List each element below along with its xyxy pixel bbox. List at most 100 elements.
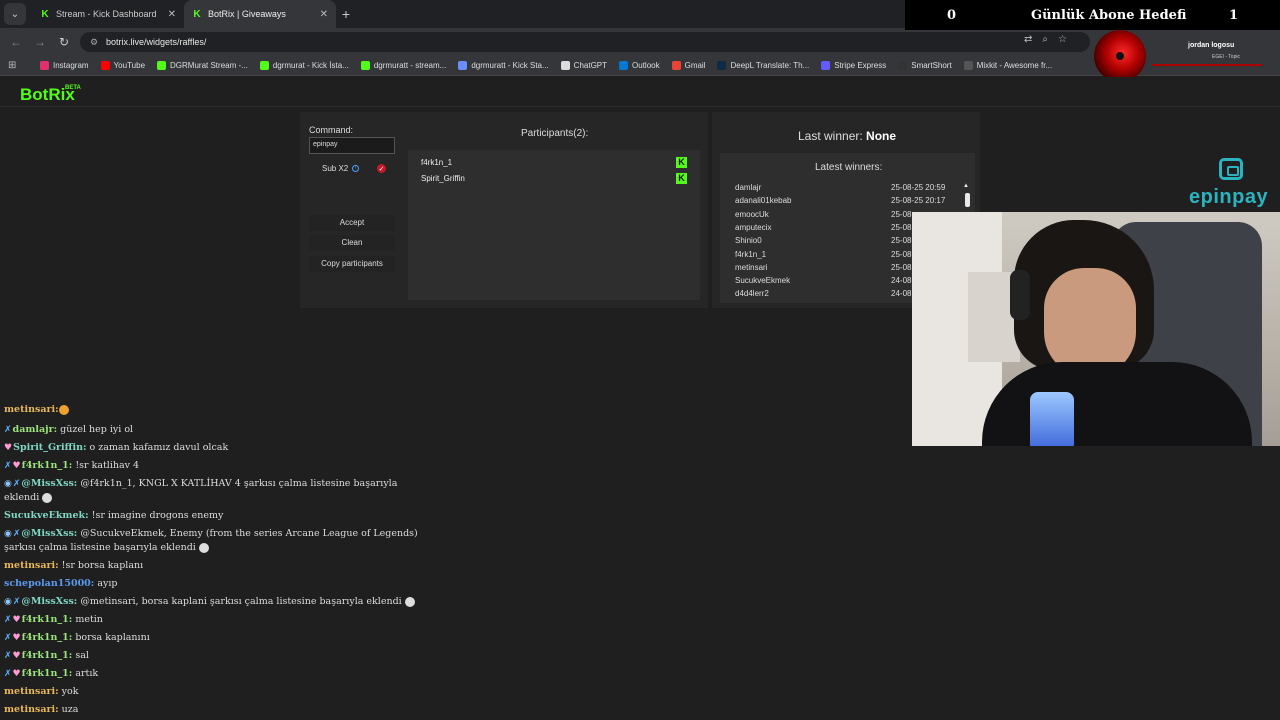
moderator-sword-icon: ✗	[12, 479, 21, 489]
chat-text: güzel hep iyi ol	[57, 424, 134, 435]
checkmark-icon: ✓	[378, 165, 385, 173]
bookmark-item[interactable]: YouTube	[100, 61, 145, 70]
webcam-lamp	[1030, 392, 1074, 446]
bookmark-label: Gmail	[684, 61, 706, 70]
chat-username: f4rk1n_1:	[21, 632, 73, 643]
song-progress	[1152, 64, 1262, 66]
bookmark-label: dgrmuratt - stream...	[373, 61, 447, 70]
moderator-sword-icon: ✗	[4, 425, 12, 435]
kick-icon: K	[41, 8, 49, 20]
winner-row: damlajr 25-08-25 20:59	[735, 183, 965, 192]
bookmark-item[interactable]: SmartShort	[898, 61, 952, 70]
translate-icon[interactable]: ⇄	[1024, 34, 1032, 45]
clean-button[interactable]: Clean	[309, 235, 395, 251]
sub-x2-checkbox[interactable]: ✓	[377, 164, 386, 173]
chat-username: metinsari:	[4, 704, 59, 715]
bookmark-item[interactable]: Gmail	[671, 61, 706, 70]
bookmark-favicon-icon	[40, 61, 49, 70]
bookmark-item[interactable]: Stripe Express	[821, 61, 886, 70]
reload-icon[interactable]: ↻	[52, 35, 76, 49]
bookmark-item[interactable]: dgrmurat - Kick İsta...	[259, 61, 349, 70]
chat-text: !sr imagine drogons enemy	[88, 510, 224, 521]
scrollbar-thumb[interactable]	[965, 193, 970, 207]
sponsor-name: epinpay	[1189, 186, 1269, 208]
bookmark-favicon-icon	[360, 61, 370, 70]
bookmark-item[interactable]: Outlook	[619, 61, 660, 70]
participants-list: f4rk1n_1 K Spirit_Griffin K	[408, 150, 700, 300]
subscriber-heart-icon: ♥	[12, 651, 21, 661]
bookmark-label: dgrmuratt - Kick Sta...	[471, 61, 549, 70]
moderator-sword-icon: ✗	[4, 669, 12, 679]
chat-username: metinsari:	[4, 560, 59, 571]
botrix-logo[interactable]: BotRix BETA	[20, 85, 81, 105]
emote-icon	[404, 596, 415, 607]
epinpay-icon	[1219, 158, 1243, 180]
back-icon[interactable]: ←	[4, 35, 28, 49]
bookmark-label: SmartShort	[911, 61, 952, 70]
song-artist: EGEI - Topic	[1212, 54, 1240, 60]
info-icon[interactable]: i	[352, 165, 360, 172]
chat-message: ✗♥f4rk1n_1: metin	[4, 613, 424, 627]
webcam-body	[982, 362, 1252, 446]
bookmark-item[interactable]: ChatGPT	[560, 61, 607, 70]
scroll-up-icon[interactable]: ▲	[963, 183, 969, 189]
participant-item[interactable]: f4rk1n_1	[421, 158, 452, 167]
tab-search-button[interactable]: ⌄	[4, 3, 26, 25]
bookmark-item[interactable]: DeepL Translate: Th...	[717, 61, 809, 70]
site-info-icon[interactable]: ⚙	[90, 37, 100, 48]
latest-winners-title: Latest winners:	[815, 162, 883, 173]
bookmark-label: Outlook	[632, 61, 660, 70]
chat-message: ◉✗@MissXss: @f4rk1n_1, KNGL X KATLİHAV 4…	[4, 477, 424, 505]
sub-x2-label: Sub X2	[322, 164, 349, 173]
chat-username: @MissXss:	[21, 528, 78, 539]
bookmark-item[interactable]: Instagram	[40, 61, 89, 70]
subscriber-heart-icon: ♥	[4, 443, 13, 453]
url-text: botrix.live/widgets/raffles/	[106, 37, 207, 47]
bookmark-label: Mixkit - Awesome fr...	[976, 61, 1053, 70]
chat-message: metinsari:	[4, 403, 424, 417]
zoom-icon[interactable]: ⌕	[1042, 34, 1048, 45]
bot-icon: ◉	[4, 529, 12, 539]
command-input[interactable]: epinpay	[309, 137, 395, 154]
chevron-down-icon: ⌄	[10, 8, 20, 20]
command-label: Command:	[309, 125, 354, 135]
chat-username: f4rk1n_1:	[21, 650, 73, 661]
star-icon[interactable]: ☆	[1058, 34, 1067, 45]
bookmark-item[interactable]: dgrmuratt - Kick Sta...	[458, 61, 549, 70]
chat-text: metin	[72, 614, 103, 625]
chat-message: ✗♥f4rk1n_1: sal	[4, 649, 424, 663]
new-tab-button[interactable]: +	[336, 6, 356, 22]
address-actions: ⇄ ⌕ ☆	[1024, 34, 1067, 45]
forward-icon[interactable]: →	[28, 35, 52, 49]
winner-name: Shinio0	[735, 236, 762, 246]
moderator-sword-icon: ✗	[4, 633, 12, 643]
moderator-sword-icon: ✗	[12, 597, 21, 607]
close-icon[interactable]: ✕	[168, 9, 176, 20]
moderator-sword-icon: ✗	[4, 651, 12, 661]
copy-participants-button[interactable]: Copy participants	[309, 256, 395, 272]
bookmark-item[interactable]: dgrmuratt - stream...	[360, 61, 447, 70]
close-icon[interactable]: ✕	[320, 9, 328, 20]
kick-icon: K	[676, 173, 687, 184]
accept-button[interactable]: Accept	[309, 215, 395, 231]
bookmark-item[interactable]: DGRMurat Stream -...	[157, 61, 248, 70]
chat-text: borsa kaplanını	[72, 632, 150, 643]
emote-icon	[58, 404, 69, 415]
bookmark-favicon-icon	[157, 61, 167, 70]
tab-botrix-giveaways[interactable]: K BotRix | Giveaways ✕	[184, 0, 336, 28]
tab-kick-dashboard[interactable]: K Stream - Kick Dashboard ✕	[32, 0, 184, 28]
winner-name: amputecix	[735, 222, 772, 232]
bookmark-item[interactable]: Mixkit - Awesome fr...	[963, 61, 1053, 70]
chat-message: schepolan15000: ayıp	[4, 577, 424, 591]
url-input[interactable]: ⚙ botrix.live/widgets/raffles/	[80, 32, 1090, 52]
participant-item[interactable]: Spirit_Griffin	[421, 174, 465, 183]
bookmark-favicon-icon	[821, 61, 831, 70]
bookmark-label: Stripe Express	[834, 61, 887, 70]
winner-name: SucukveEkmek	[735, 276, 791, 286]
bookmark-favicon-icon	[717, 61, 727, 70]
bookmark-favicon-icon	[259, 61, 269, 70]
apps-grid-icon[interactable]: ⊞	[8, 60, 22, 71]
chat-text: ayıp	[94, 578, 118, 589]
winner-name: damlajr	[735, 183, 762, 192]
chat-message: ✗♥f4rk1n_1: borsa kaplanını	[4, 631, 424, 645]
